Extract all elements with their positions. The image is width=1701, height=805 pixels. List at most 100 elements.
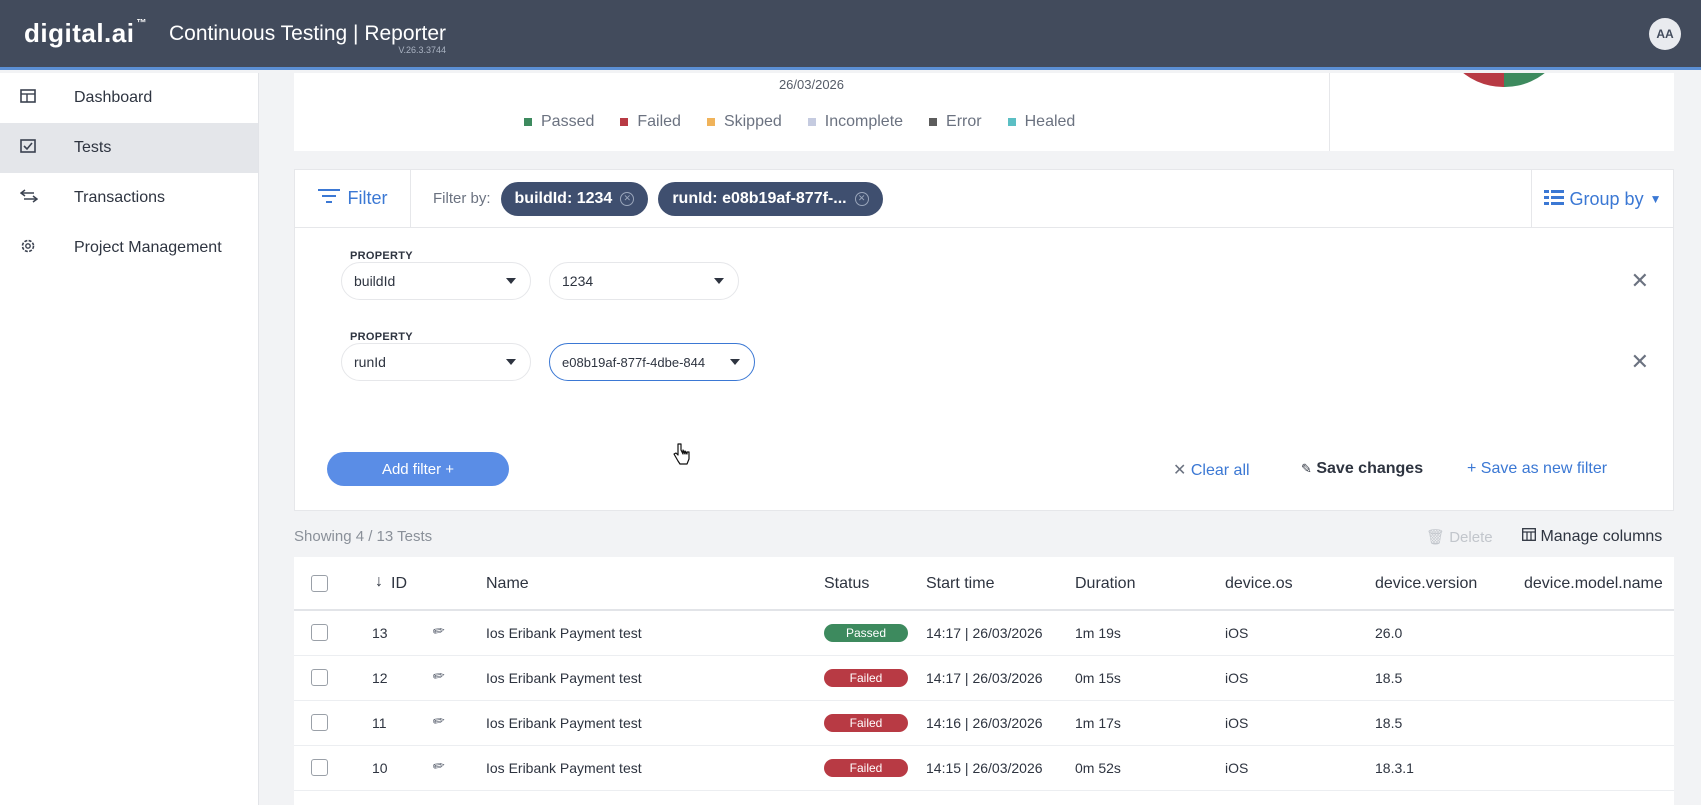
column-header-device-version[interactable]: device.version bbox=[1375, 575, 1477, 593]
column-header-name[interactable]: Name bbox=[486, 575, 529, 593]
filter-by-label: Filter by: bbox=[433, 190, 491, 207]
incomplete-swatch bbox=[807, 118, 816, 126]
pie-chart-card bbox=[1329, 73, 1674, 151]
filter-panel: Filter Filter by: buildId: 1234 ✕ runId:… bbox=[294, 169, 1674, 511]
property-select[interactable]: runId bbox=[341, 343, 531, 381]
columns-icon bbox=[1522, 528, 1540, 545]
legend-label: Error bbox=[946, 113, 982, 130]
filter-button[interactable]: Filter bbox=[295, 169, 411, 228]
column-header-id[interactable]: ID bbox=[391, 575, 407, 593]
cell-name[interactable]: Ios Eribank Payment test bbox=[486, 670, 642, 686]
remove-rule-icon[interactable]: ✕ bbox=[1631, 349, 1649, 375]
legend-item-incomplete[interactable]: Incomplete bbox=[807, 113, 904, 131]
cell-duration: 0m 15s bbox=[1075, 670, 1121, 686]
table-row[interactable]: 10 ✐ Ios Eribank Payment test Failed 14:15 |… bbox=[294, 746, 1674, 791]
save-changes-label: Save changes bbox=[1316, 460, 1424, 477]
attachment-icon[interactable]: ✐ bbox=[428, 666, 448, 687]
legend-label: Passed bbox=[541, 113, 595, 130]
table-body: 13 ✐ Ios Eribank Payment test Passed 14:17 |… bbox=[294, 611, 1674, 791]
table-row[interactable]: 12 ✐ Ios Eribank Payment test Failed 14:17 |… bbox=[294, 656, 1674, 701]
sidebar-item-project-management[interactable]: Project Management bbox=[0, 223, 258, 273]
save-as-new-filter-button[interactable]: + Save as new filter bbox=[1467, 460, 1607, 478]
property-select[interactable]: buildId bbox=[341, 262, 531, 300]
attachment-icon[interactable]: ✐ bbox=[428, 621, 448, 642]
cell-device-os: iOS bbox=[1225, 715, 1249, 731]
tests-table: ↓ ID Name Status Start time Duration dev… bbox=[294, 557, 1674, 805]
cell-start-time: 14:17 | 26/03/2026 bbox=[926, 625, 1043, 641]
attachment-icon[interactable]: ✐ bbox=[428, 756, 448, 777]
sidebar-item-label: Tests bbox=[74, 139, 112, 156]
legend-item-error[interactable]: Error bbox=[929, 113, 982, 131]
property-label: PROPERTY bbox=[350, 331, 413, 343]
legend-item-healed[interactable]: Healed bbox=[1007, 113, 1075, 131]
row-checkbox[interactable] bbox=[311, 669, 328, 686]
attachment-icon[interactable]: ✐ bbox=[428, 711, 448, 732]
column-header-device-os[interactable]: device.os bbox=[1225, 575, 1293, 593]
dashboard-icon bbox=[0, 88, 74, 108]
add-filter-button[interactable]: Add filter + bbox=[327, 452, 509, 486]
passed-swatch bbox=[524, 118, 532, 126]
caret-down-icon bbox=[730, 359, 740, 365]
sidebar-item-tests[interactable]: Tests bbox=[0, 123, 258, 173]
tests-icon bbox=[0, 138, 74, 158]
filter-chip-runid[interactable]: runId: e08b19af-877f-... ✕ bbox=[658, 181, 883, 216]
sidebar-item-transactions[interactable]: Transactions bbox=[0, 173, 258, 223]
table-row[interactable]: 13 ✐ Ios Eribank Payment test Passed 14:17 |… bbox=[294, 611, 1674, 656]
legend-item-passed[interactable]: Passed bbox=[524, 113, 594, 131]
cell-start-time: 14:15 | 26/03/2026 bbox=[926, 760, 1043, 776]
group-by-button[interactable]: Group by ▼ bbox=[1531, 170, 1673, 228]
value-select[interactable]: e08b19af-877f-4dbe-844 bbox=[549, 343, 755, 381]
filter-bar: Filter Filter by: buildId: 1234 ✕ runId:… bbox=[295, 169, 1673, 228]
cell-name[interactable]: Ios Eribank Payment test bbox=[486, 625, 642, 641]
pie-slice-passed bbox=[1504, 73, 1545, 88]
row-checkbox[interactable] bbox=[311, 714, 328, 731]
column-header-status[interactable]: Status bbox=[824, 575, 869, 593]
filter-chip-buildid[interactable]: buildId: 1234 ✕ bbox=[500, 181, 649, 216]
chip-remove-icon[interactable]: ✕ bbox=[620, 191, 635, 206]
cell-id: 12 bbox=[372, 670, 388, 686]
digital-ai-logo[interactable]: digital.ai ™ bbox=[24, 18, 147, 49]
legend-item-skipped[interactable]: Skipped bbox=[706, 113, 782, 131]
status-chart-card: 26/03/2026 Passed Failed Skipped Incompl… bbox=[294, 73, 1329, 151]
cell-device-os: iOS bbox=[1225, 625, 1249, 641]
trademark-icon: ™ bbox=[136, 18, 147, 29]
value-select[interactable]: 1234 bbox=[549, 262, 739, 300]
failed-swatch bbox=[620, 118, 629, 126]
sort-arrow-icon[interactable]: ↓ bbox=[375, 573, 383, 591]
cell-name[interactable]: Ios Eribank Payment test bbox=[486, 715, 642, 731]
legend-item-failed[interactable]: Failed bbox=[620, 113, 681, 131]
gear-icon bbox=[0, 238, 74, 259]
save-changes-button[interactable]: ✎ Save changes bbox=[1301, 460, 1423, 478]
column-header-duration[interactable]: Duration bbox=[1075, 575, 1135, 593]
app-title: Continuous Testing | Reporter V.26.3.374… bbox=[169, 22, 446, 55]
clear-all-label: Clear all bbox=[1190, 462, 1250, 479]
remove-rule-icon[interactable]: ✕ bbox=[1631, 268, 1649, 294]
chip-remove-icon[interactable]: ✕ bbox=[854, 191, 869, 206]
cell-id: 11 bbox=[372, 715, 387, 731]
plus-icon: + bbox=[1467, 460, 1477, 477]
cell-device-version: 18.3.1 bbox=[1375, 760, 1414, 776]
manage-columns-button[interactable]: Manage columns bbox=[1522, 528, 1662, 546]
row-checkbox[interactable] bbox=[311, 759, 328, 776]
caret-down-icon bbox=[506, 359, 516, 365]
error-swatch bbox=[929, 118, 938, 126]
select-all-checkbox[interactable] bbox=[311, 575, 328, 592]
cell-device-version: 18.5 bbox=[1375, 670, 1403, 686]
cell-id: 10 bbox=[372, 760, 388, 776]
row-checkbox[interactable] bbox=[311, 624, 328, 641]
cell-start-time: 14:16 | 26/03/2026 bbox=[926, 715, 1043, 731]
close-icon: ✕ bbox=[1173, 462, 1187, 479]
user-avatar[interactable]: AA bbox=[1649, 18, 1681, 50]
pie-chart-fragment bbox=[1463, 73, 1545, 88]
column-header-device-model-name[interactable]: device.model.name bbox=[1524, 575, 1663, 593]
legend-label: Skipped bbox=[723, 113, 782, 130]
table-row[interactable]: 11 ✐ Ios Eribank Payment test Failed 14:16 |… bbox=[294, 701, 1674, 746]
cell-name[interactable]: Ios Eribank Payment test bbox=[486, 760, 642, 776]
delete-button[interactable]: 🗑 Delete bbox=[1426, 528, 1493, 546]
column-header-start-time[interactable]: Start time bbox=[926, 575, 994, 593]
chart-date-label: 26/03/2026 bbox=[778, 77, 845, 92]
clear-all-button[interactable]: ✕ Clear all bbox=[1173, 460, 1250, 480]
sidebar-item-dashboard[interactable]: Dashboard bbox=[0, 73, 258, 123]
legend-label: Incomplete bbox=[824, 113, 904, 130]
app-version: V.26.3.3744 bbox=[398, 44, 447, 55]
